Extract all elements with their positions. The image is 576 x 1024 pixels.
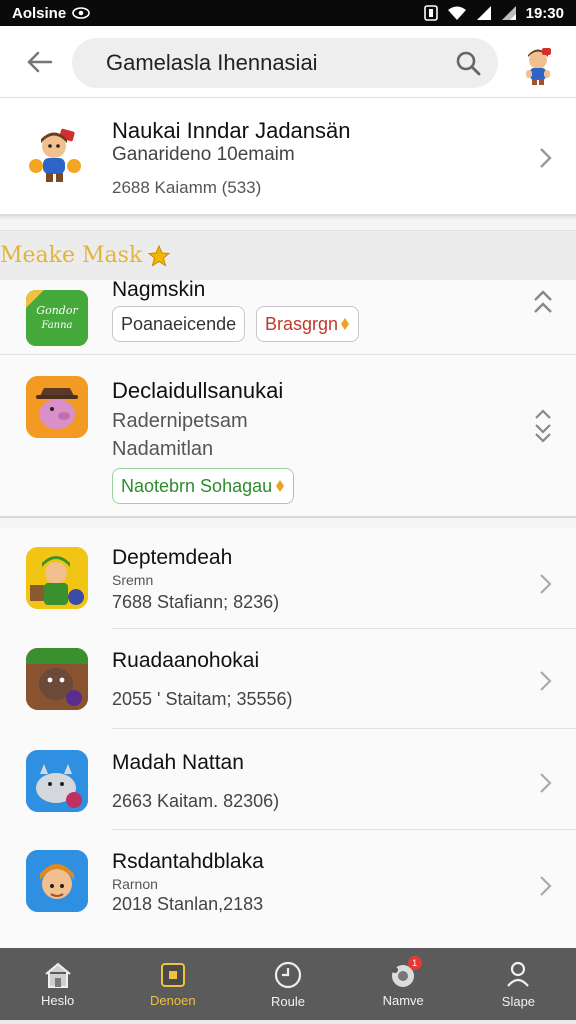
home-icon	[44, 962, 71, 988]
icon-text-1: Gondor	[36, 304, 78, 317]
chevron-right-icon	[540, 671, 552, 691]
chevron-up-icon[interactable]	[532, 288, 554, 316]
expand-item-subtitle-2: Nadamitlan	[112, 438, 214, 460]
nav-label: Roule	[271, 993, 305, 1009]
search-icon[interactable]	[454, 49, 482, 77]
expand-item-subtitle: Radernipetsam	[112, 410, 248, 432]
creature-character-icon	[26, 648, 88, 710]
app-icon	[26, 850, 88, 912]
divider	[0, 354, 576, 355]
app-icon	[26, 750, 88, 812]
featured-subtitle: Ganarideno 10emaim	[112, 144, 295, 165]
chip[interactable]: Poanaeicende	[112, 306, 246, 342]
expand-item-title: Nagmskin	[112, 278, 206, 301]
expandable-group: Gondor Fanna Nagmskin Poanaeicende Brasg…	[0, 278, 576, 518]
list-item[interactable]: Deptemdeah Sremn 7688 Stafiann; 8236)	[0, 528, 576, 629]
chip[interactable]: Brasgrgn	[256, 306, 360, 342]
carrier-label: Aolsine	[12, 4, 67, 22]
search-input[interactable]: Gamelasla Ihennasiai	[72, 38, 498, 88]
tag-icon	[341, 318, 350, 330]
pig-character-icon	[26, 376, 88, 438]
app-bar: Gamelasla Ihennasiai	[0, 26, 576, 98]
list-item-small: Rarnon	[112, 876, 158, 892]
list-item-small: Sremn	[112, 572, 154, 588]
nav-item-home[interactable]: Heslo	[0, 948, 115, 1020]
nav-item-camera[interactable]: 1 Namve	[346, 948, 461, 1020]
farmer-character-icon	[26, 547, 88, 609]
status-bar: Aolsine 19:30	[0, 0, 576, 26]
rhino-character-icon	[26, 750, 88, 812]
list-item[interactable]: Rsdantahdblaka Rarnon 2018 Stanlan,2183	[0, 830, 576, 936]
chevron-right-icon	[540, 574, 552, 594]
list-item-meta: 7688 Stafiann; 8236)	[112, 592, 280, 612]
chevron-right-icon	[540, 876, 552, 896]
nav-label: Heslo	[40, 992, 75, 1008]
expand-item-title: Declaidullsanukai	[112, 378, 284, 403]
nav-item-recent[interactable]: Roule	[230, 948, 345, 1020]
avatar[interactable]	[518, 46, 558, 86]
list-item-title: Rsdantahdblaka	[112, 850, 264, 873]
app-icon[interactable]: Gondor Fanna	[26, 290, 88, 346]
nav-label: Denoen	[150, 992, 196, 1008]
battery-icon	[501, 6, 516, 20]
nav-label: Slape	[501, 993, 536, 1009]
signal-icon	[476, 6, 491, 20]
home-indicator	[0, 1020, 576, 1024]
app-icon[interactable]	[26, 376, 88, 438]
nav-item-profile[interactable]: Slape	[461, 948, 576, 1020]
featured-card[interactable]: Naukai Inndar Jadansän Ganarideno 10emai…	[0, 98, 576, 216]
clock-icon	[274, 961, 302, 988]
chip[interactable]: Naotebrn Sohagau	[112, 468, 295, 504]
tag-icon	[276, 480, 285, 492]
chip-label: Brasgrgn	[265, 313, 339, 334]
list-item[interactable]: Madah Nattan 2663 Kaitam. 82306)	[0, 729, 576, 830]
back-button[interactable]	[15, 38, 63, 86]
logo-icon: Gondor Fanna	[26, 290, 88, 346]
list-item-title: Ruadaanohokai	[112, 649, 260, 672]
expand-toggle-icon[interactable]	[532, 408, 554, 444]
chip-label: Naotebrn Sohagau	[121, 475, 273, 496]
featured-character-art	[29, 128, 81, 182]
wifi-icon	[447, 6, 466, 20]
bottom-navigation: Heslo Denoen Roule 1 Namve Slape	[0, 948, 576, 1020]
featured-meta: 2688 Kaiamm (533)	[112, 178, 262, 197]
list-item[interactable]: Ruadaanohokai 2055 ' Staitam; 35556)	[0, 629, 576, 729]
featured-title: Naukai Inndar Jadansän	[112, 118, 351, 143]
clock-time: 19:30	[525, 4, 564, 22]
list-item-meta: 2663 Kaitam. 82306)	[112, 791, 280, 811]
star-icon	[148, 244, 171, 267]
list-item-title: Madah Nattan	[112, 751, 244, 774]
chevron-right-icon	[540, 773, 552, 793]
app-icon	[26, 547, 88, 609]
arrow-left-icon	[27, 51, 53, 72]
profile-icon	[507, 961, 530, 987]
search-query: Gamelasla Ihennasiai	[106, 50, 318, 75]
nfc-icon	[423, 5, 438, 21]
app-icon	[26, 648, 88, 710]
games-icon	[160, 962, 185, 987]
list-item-meta: 2018 Stanlan,2183	[112, 894, 264, 914]
icon-text-2: Fanna	[40, 320, 72, 331]
nav-item-games[interactable]: Denoen	[115, 948, 230, 1020]
notification-badge: 1	[407, 956, 422, 970]
section-header: Meake Mask	[0, 230, 576, 280]
worker-character-icon	[26, 850, 88, 912]
eye-icon	[72, 7, 90, 19]
list-item-title: Deptemdeah	[112, 546, 233, 569]
nav-label: Namve	[382, 992, 424, 1008]
section-title: Meake Mask	[0, 243, 143, 268]
app-list: Deptemdeah Sremn 7688 Stafiann; 8236) Ru…	[0, 528, 576, 948]
chevron-right-icon[interactable]	[536, 146, 556, 170]
list-item-meta: 2055 ' Staitam; 35556)	[112, 689, 293, 709]
